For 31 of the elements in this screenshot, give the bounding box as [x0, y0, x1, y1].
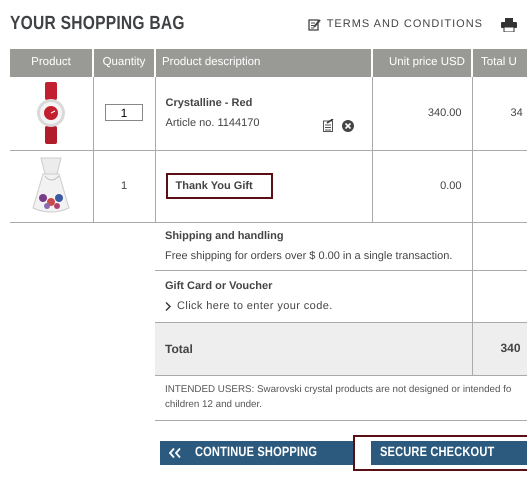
product-name: Thank You Gift — [166, 172, 273, 200]
shipping-note: Free shipping for orders over $ 0.00 in a single transaction. — [165, 249, 454, 264]
voucher-link[interactable]: Click here to enter your code. — [165, 298, 462, 314]
checkout-button[interactable]: SECURE CHECKOUT — [370, 440, 527, 464]
continue-shopping-button[interactable]: CONTINUE SHOPPING — [160, 440, 353, 464]
quantity: 1 — [120, 180, 128, 192]
product-name: Crystalline - Red — [166, 96, 252, 111]
print-icon — [501, 18, 517, 32]
total-label: Total — [165, 340, 194, 358]
unit-price: 0.00 — [440, 180, 462, 192]
unit-price: 340.00 — [428, 107, 462, 119]
notice-text: INTENDED USERS: Swarovski crystal products are not designed or intended fo children 12 and under. — [165, 382, 512, 412]
page-title: YOUR SHOPPING BAG — [10, 13, 185, 36]
column-header: Unit price USD — [372, 49, 472, 77]
quantity-field[interactable]: 1 — [105, 104, 143, 122]
print-link[interactable] — [501, 18, 517, 32]
column-header: Total U — [472, 49, 527, 77]
edit-note-icon — [308, 18, 321, 31]
edit-icon[interactable] — [322, 118, 334, 132]
remove-icon[interactable] — [342, 120, 354, 132]
column-header: Product — [10, 49, 93, 77]
column-header: Product description — [155, 49, 372, 77]
order-total: 340 — [500, 341, 521, 356]
article-number: Article no. 1144170 — [166, 116, 260, 132]
column-header: Quantity — [93, 49, 155, 77]
chevron-right-icon — [165, 302, 171, 311]
section-title: Shipping and handling — [165, 228, 285, 244]
terms-link[interactable]: TERMS AND CONDITIONS — [308, 16, 483, 33]
total-price: 34 — [510, 107, 523, 119]
section-title: Gift Card or Voucher — [165, 278, 274, 294]
double-chevron-left-icon — [169, 448, 181, 458]
